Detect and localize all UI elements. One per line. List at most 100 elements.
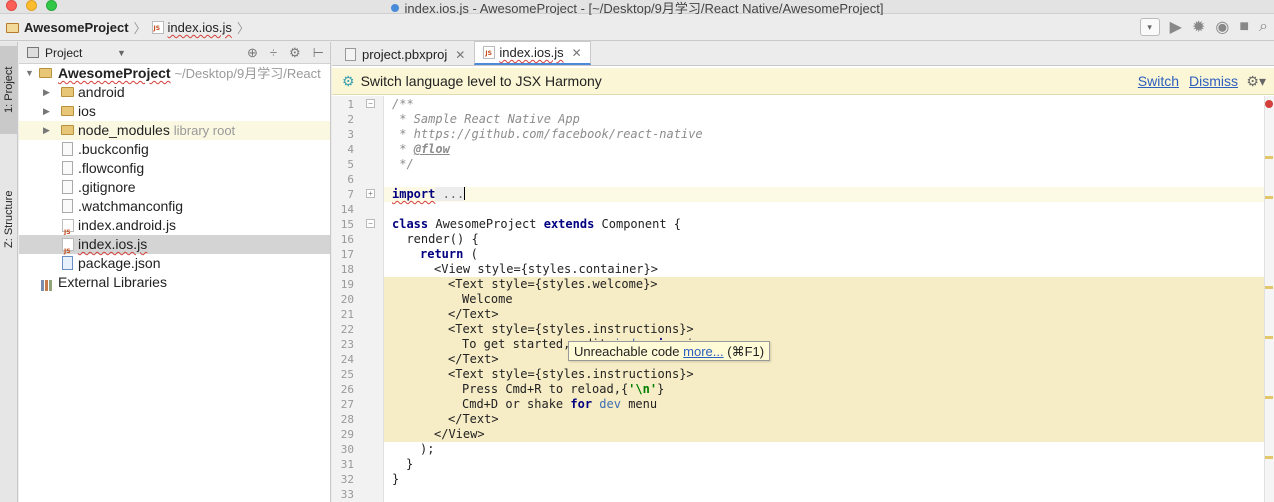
- close-icon[interactable]: ✕: [572, 46, 582, 60]
- folder-icon: [61, 106, 74, 116]
- project-tree: ▼ AwesomeProject ~/Desktop/9月学习/React ▶ …: [19, 64, 330, 292]
- folded-code[interactable]: ...: [435, 187, 465, 201]
- warning-stripe-mark[interactable]: [1265, 286, 1273, 289]
- jsx-text: Welcome: [462, 292, 513, 306]
- line-number: 1: [347, 98, 354, 111]
- run-config-dropdown[interactable]: ▾: [1139, 18, 1160, 36]
- tree-item-android[interactable]: ▶ android: [19, 83, 330, 102]
- tree-item-package-json[interactable]: package.json: [19, 254, 330, 273]
- line-number-gutter: 1 2 3 4 5 6 7 14 15 16 17 18 19 20 21 22…: [332, 96, 384, 502]
- warning-stripe-mark[interactable]: [1265, 456, 1273, 459]
- tree-item-watchmanconfig[interactable]: .watchmanconfig: [19, 197, 330, 216]
- breadcrumb-file[interactable]: index.ios.js: [168, 20, 232, 35]
- code-line: * Sample React Native App: [384, 112, 1264, 127]
- tree-item-index-ios[interactable]: index.ios.js: [19, 235, 330, 261]
- tree-item-label: ios: [78, 103, 96, 119]
- locate-icon[interactable]: ⊕: [247, 45, 258, 61]
- warning-stripe-mark[interactable]: [1265, 336, 1273, 339]
- fold-marker-icon[interactable]: −: [366, 219, 375, 228]
- fold-marker-icon[interactable]: +: [366, 189, 375, 198]
- gear-icon[interactable]: ⚙: [289, 45, 301, 61]
- class-name: AwesomeProject: [428, 217, 544, 231]
- line-number: 22: [340, 323, 354, 336]
- banner-message: Switch language level to JSX Harmony: [360, 73, 602, 89]
- comment-star: *: [392, 142, 414, 156]
- code-line-unreachable: Welcome: [384, 292, 1264, 307]
- project-view-selector[interactable]: Project: [45, 46, 82, 60]
- line-number: 25: [340, 368, 354, 381]
- collapsed-arrow-icon[interactable]: ▶: [43, 121, 50, 140]
- tree-root[interactable]: ▼ AwesomeProject ~/Desktop/9月学习/React: [19, 64, 330, 83]
- warning-stripe-mark[interactable]: [1265, 196, 1273, 199]
- hide-panel-icon[interactable]: ⊢: [313, 45, 324, 61]
- breadcrumb-project[interactable]: AwesomeProject: [24, 20, 129, 35]
- stop-icon[interactable]: ■: [1239, 18, 1249, 36]
- tab-project-pbxproj[interactable]: project.pbxproj ✕: [336, 43, 474, 65]
- jsx-tag: <Text style={styles.instructions}>: [448, 367, 694, 381]
- tree-item-external-libraries[interactable]: External Libraries: [19, 273, 330, 292]
- gear-icon[interactable]: ⚙▾: [1246, 73, 1266, 90]
- search-icon[interactable]: ⌕: [1259, 18, 1268, 36]
- root-label: AwesomeProject ~/Desktop/9月学习/React: [58, 64, 321, 83]
- folder-icon: [39, 68, 52, 78]
- run-icon[interactable]: ▶: [1170, 17, 1182, 37]
- tooltip-more-link[interactable]: more...: [683, 344, 723, 359]
- code-line: }: [384, 472, 1264, 487]
- text-file-icon: [62, 142, 73, 156]
- tree-item-index-android[interactable]: index.android.js: [19, 216, 330, 242]
- close-icon[interactable]: ✕: [455, 48, 465, 62]
- tool-tab-project[interactable]: 1: Project: [0, 46, 18, 134]
- code-string: '\n': [628, 382, 658, 396]
- code-identifier: dev: [599, 397, 621, 411]
- collapsed-arrow-icon[interactable]: ▶: [43, 102, 50, 121]
- code-text: }: [392, 472, 400, 486]
- settings-icon: ⚙: [342, 72, 355, 89]
- line-number: 16: [340, 233, 354, 246]
- file-icon: [345, 48, 356, 61]
- title-bar: index.ios.js - AwesomeProject - [~/Deskt…: [0, 0, 1274, 16]
- code-text: );: [420, 442, 435, 456]
- tree-item-gitignore[interactable]: .gitignore: [19, 178, 330, 197]
- collapse-icon[interactable]: ÷: [270, 45, 277, 61]
- fold-marker-icon[interactable]: −: [366, 99, 375, 108]
- switch-link[interactable]: Switch: [1138, 73, 1179, 89]
- expanded-arrow-icon[interactable]: ▼: [25, 64, 34, 83]
- tab-index-ios[interactable]: index.ios.js ✕: [474, 41, 591, 65]
- dismiss-link[interactable]: Dismiss: [1189, 73, 1238, 89]
- code-line-unreachable: Press Cmd+R to reload,{'\n'}: [384, 382, 1264, 397]
- collapsed-arrow-icon[interactable]: ▶: [43, 83, 50, 102]
- code-line: );: [384, 442, 1264, 457]
- line-number: 31: [340, 458, 354, 471]
- warning-stripe-mark[interactable]: [1265, 156, 1273, 159]
- code-line-unreachable: To get started, edit index.ios.js: [384, 337, 1264, 352]
- line-number: 18: [340, 263, 354, 276]
- tree-item-label: External Libraries: [58, 274, 167, 290]
- notification-banner: ⚙ Switch language level to JSX Harmony S…: [332, 68, 1274, 95]
- code-keyword: extends: [543, 217, 595, 231]
- coverage-icon[interactable]: ◉: [1215, 17, 1229, 37]
- line-number: 7: [347, 188, 354, 201]
- run-toolbar: ▾ ▶ ✹ ◉ ■ ⌕: [1139, 17, 1268, 37]
- tree-item-label: package.json: [78, 255, 161, 271]
- tree-item-node-modules[interactable]: ▶ node_modules library root: [19, 121, 330, 140]
- jsx-tag: </Text>: [448, 412, 499, 426]
- code-editor[interactable]: /** * Sample React Native App * https://…: [384, 96, 1264, 502]
- chevron-down-icon[interactable]: ▼: [117, 48, 126, 58]
- node-modules-label: node_modules: [78, 122, 170, 138]
- tree-item-buckconfig[interactable]: .buckconfig: [19, 140, 330, 159]
- warning-stripe-mark[interactable]: [1265, 396, 1273, 399]
- text-file-icon: [62, 161, 73, 175]
- line-number: 27: [340, 398, 354, 411]
- tool-tab-structure[interactable]: Z: Structure: [0, 174, 18, 264]
- error-stripe[interactable]: [1264, 96, 1274, 502]
- tree-item-ios[interactable]: ▶ ios: [19, 102, 330, 121]
- tree-item-flowconfig[interactable]: .flowconfig: [19, 159, 330, 178]
- code-line-unreachable: </Text>: [384, 352, 1264, 367]
- error-indicator-icon[interactable]: [1265, 100, 1273, 108]
- code-line: * https://github.com/facebook/react-nati…: [384, 127, 1264, 142]
- code-line-unreachable: </Text>: [384, 412, 1264, 427]
- line-number: 24: [340, 353, 354, 366]
- tree-item-label: .flowconfig: [78, 160, 145, 176]
- debug-icon[interactable]: ✹: [1192, 17, 1205, 37]
